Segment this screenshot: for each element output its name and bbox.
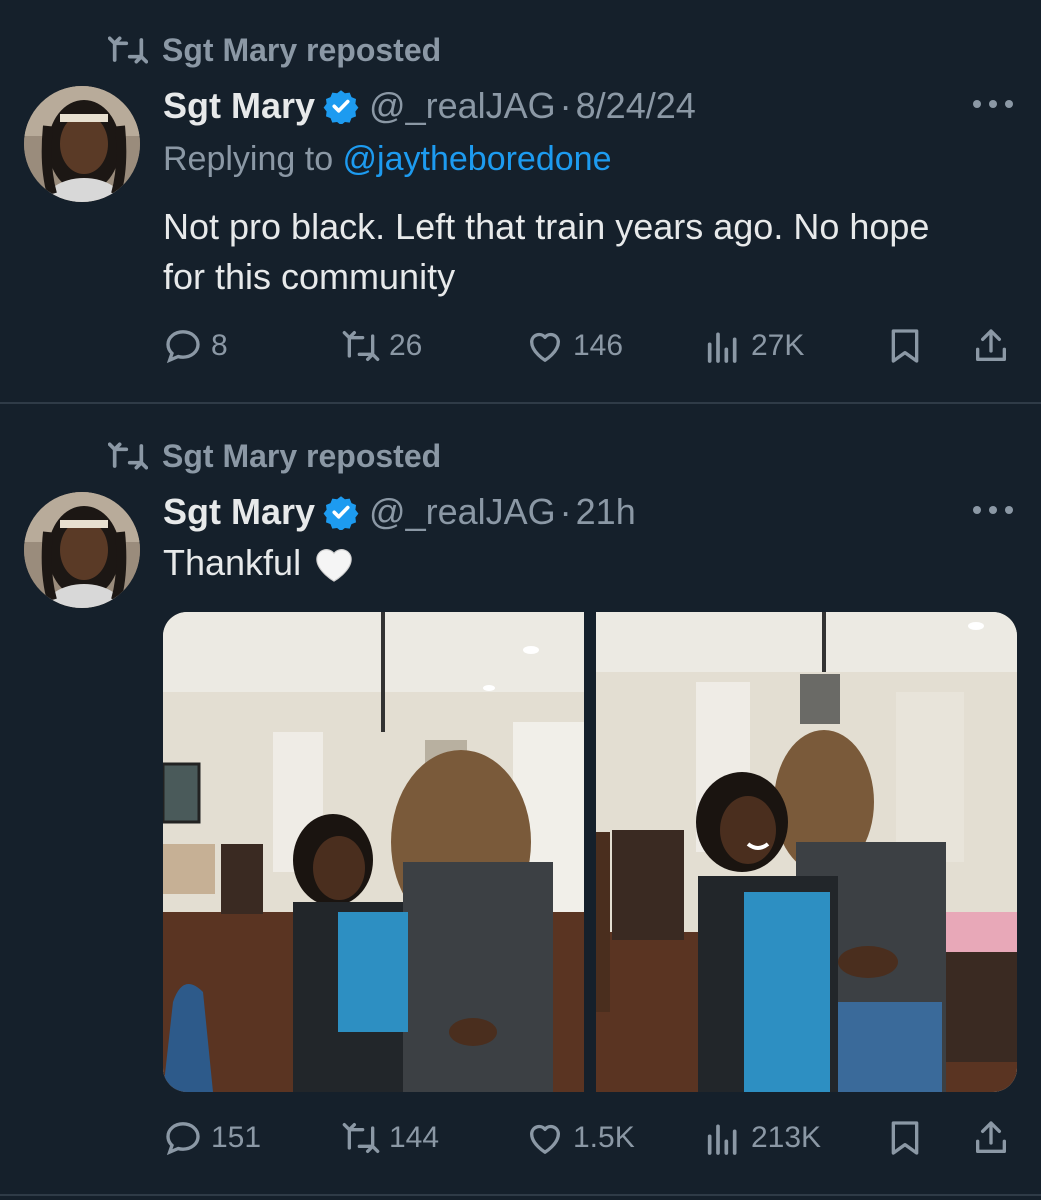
timestamp[interactable]: 21h	[576, 491, 636, 533]
repost-icon	[342, 331, 380, 361]
like-icon	[530, 1124, 560, 1154]
action-bar: 8 26 146 27K	[163, 324, 1015, 368]
repost-icon	[342, 1123, 380, 1153]
separator: ·	[559, 491, 572, 532]
reply-button[interactable]: 151	[163, 1116, 261, 1160]
reply-icon	[166, 330, 200, 364]
avatar-image	[24, 492, 140, 608]
tweet-1[interactable]: Sgt Mary reposted Sgt Mary @_realJAG · 8…	[0, 0, 1041, 402]
tweet-text-line-1: Not pro black. Left that train years ago…	[163, 206, 930, 247]
replying-mention-link[interactable]: @jaytheboredone	[343, 140, 612, 178]
share-button[interactable]	[971, 1116, 1011, 1160]
display-name[interactable]: Sgt Mary	[163, 491, 315, 533]
share-icon	[976, 329, 1006, 361]
repost-count: 144	[389, 1121, 440, 1154]
white-heart-icon	[316, 549, 352, 582]
views-icon	[707, 332, 737, 363]
like-count: 1.5K	[573, 1121, 635, 1154]
repost-label: Sgt Mary reposted	[162, 31, 442, 68]
replying-prefix: Replying to	[163, 140, 343, 178]
reply-button[interactable]: 8	[163, 324, 228, 368]
avatar-image	[24, 86, 140, 202]
tweet-header: Sgt Mary @_realJAG · 21h	[163, 488, 636, 536]
tweet-text-line-2: for this community	[163, 256, 456, 297]
repost-indicator: Sgt Mary reposted	[108, 30, 441, 70]
tweet-text-content: Thankful	[163, 542, 302, 583]
like-icon	[530, 332, 560, 362]
reply-count: 151	[211, 1121, 262, 1154]
like-button[interactable]: 146	[525, 324, 623, 368]
bookmark-icon	[891, 329, 919, 363]
views-icon	[707, 1124, 737, 1155]
reply-count: 8	[211, 329, 228, 362]
avatar[interactable]	[24, 86, 140, 202]
views-button[interactable]: 27K	[703, 324, 804, 368]
views-button[interactable]: 213K	[703, 1116, 821, 1160]
bookmark-button[interactable]	[885, 324, 925, 368]
repost-icon	[108, 442, 148, 470]
repost-button[interactable]: 144	[341, 1116, 439, 1160]
photo-1[interactable]	[163, 612, 584, 1092]
repost-label: Sgt Mary reposted	[162, 437, 442, 474]
repost-button[interactable]: 26	[341, 324, 422, 368]
replying-to: Replying to @jaytheboredone	[163, 140, 611, 179]
timestamp[interactable]: 8/24/24	[576, 85, 696, 127]
verified-badge-icon	[323, 496, 359, 530]
action-bar: 151 144 1.5K 213K	[163, 1116, 1015, 1160]
repost-indicator: Sgt Mary reposted	[108, 436, 441, 476]
tweet-2[interactable]: Sgt Mary reposted Sgt Mary @_realJAG · 2…	[0, 404, 1041, 1200]
photo-2[interactable]	[596, 612, 1017, 1092]
tweet-divider	[0, 1194, 1041, 1196]
more-icon[interactable]	[973, 98, 1013, 110]
display-name[interactable]: Sgt Mary	[163, 85, 315, 127]
reply-icon	[166, 1122, 200, 1156]
share-button[interactable]	[971, 324, 1011, 368]
bookmark-icon	[891, 1121, 919, 1155]
repost-icon	[108, 36, 148, 64]
like-button[interactable]: 1.5K	[525, 1116, 635, 1160]
photo-1-image	[163, 612, 584, 1092]
tweet-header: Sgt Mary @_realJAG · 8/24/24	[163, 82, 696, 130]
like-count: 146	[573, 329, 624, 362]
media-gallery	[163, 612, 1017, 1092]
verified-badge-icon	[323, 90, 359, 124]
handle[interactable]: @_realJAG	[369, 491, 556, 533]
separator: ·	[559, 85, 572, 126]
more-icon[interactable]	[973, 504, 1013, 516]
bookmark-button[interactable]	[885, 1116, 925, 1160]
photo-2-image	[596, 612, 1017, 1092]
handle[interactable]: @_realJAG	[369, 85, 556, 127]
repost-count: 26	[389, 329, 423, 362]
share-icon	[976, 1121, 1006, 1153]
tweet-text: Thankful	[163, 538, 1023, 588]
tweet-text: Not pro black. Left that train years ago…	[163, 202, 1023, 302]
view-count: 213K	[751, 1121, 822, 1154]
avatar[interactable]	[24, 492, 140, 608]
view-count: 27K	[751, 329, 805, 362]
